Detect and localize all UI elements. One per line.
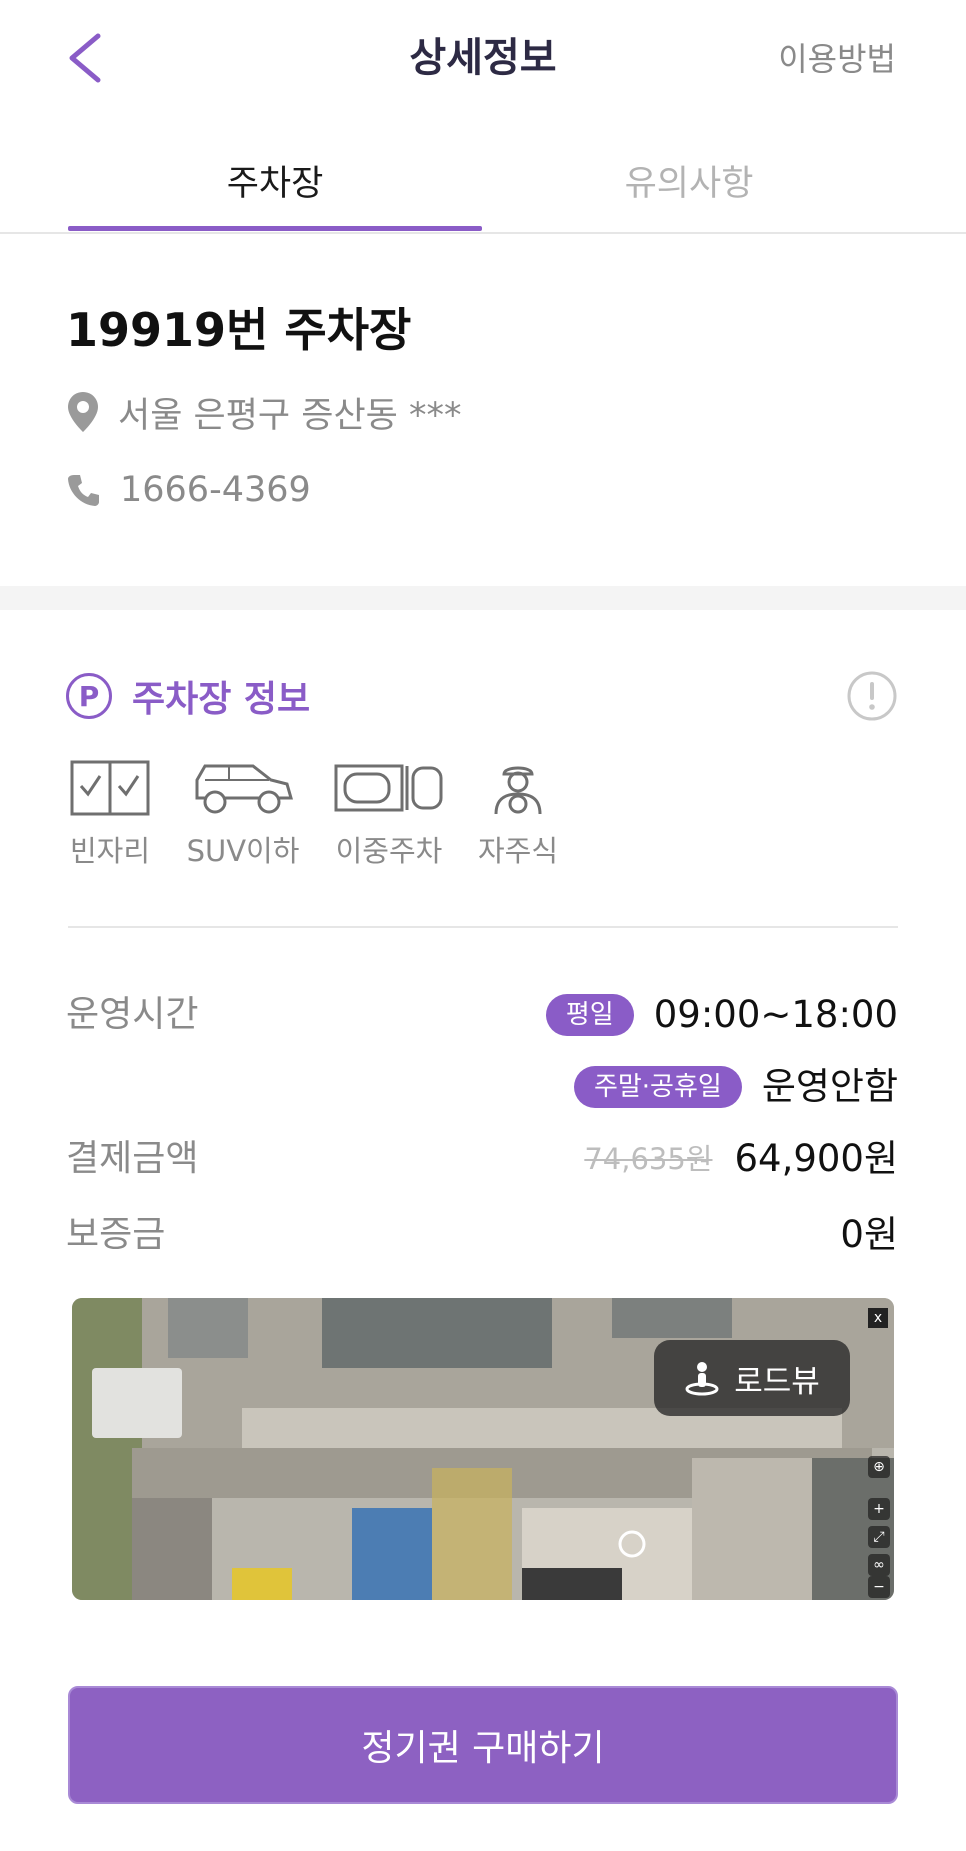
info-button[interactable] [846,670,898,722]
price-row: 74,635원 64,900원 [584,1134,898,1184]
section-separator [0,586,966,610]
weekend-hours-row: 주말·공휴일 운영안함 [573,1062,898,1112]
feature-double-parking: 이중주차 [330,760,448,870]
self-driver-icon [494,766,542,815]
feature-self-parking: 자주식 [470,760,566,870]
tab-notice[interactable]: 유의사항 [482,158,896,210]
expand-icon[interactable]: ⤢ [868,1526,890,1548]
person-pin-icon [685,1362,719,1396]
weekend-badge: 주말·공휴일 [573,1066,742,1108]
address-text: 서울 은평구 증산동 *** [118,395,462,436]
roadview-label: 로드뷰 [734,1363,820,1400]
feature-label: 이중주차 [335,834,443,868]
weekend-hours: 운영안함 [761,1065,898,1108]
parking-p-letter: P [78,679,100,713]
suv-icon [195,764,293,814]
feature-label: SUV이하 [186,834,300,868]
zoom-out-icon[interactable]: − [868,1576,890,1598]
price-label: 결제금액 [66,1138,199,1179]
feature-label: 빈자리 [69,834,151,868]
zoom-in-icon[interactable]: + [868,1498,890,1520]
tab-divider [0,232,966,234]
phone-icon [68,475,99,506]
parking-p-icon: P [66,673,112,719]
phone-row[interactable]: 1666-4369 [66,464,311,516]
checkbox-slots-icon [70,760,150,816]
deposit-label: 보증금 [66,1214,166,1255]
compass-icon[interactable]: ⊕ [868,1456,890,1478]
feature-suv: SUV이하 [180,760,306,870]
parking-info-header: P 주차장 정보 [66,668,310,724]
divider [68,926,898,928]
original-price: 74,635원 [584,1142,713,1176]
lot-name: 19919번 주차장 [66,303,412,357]
deposit-value: 0원 [840,1213,898,1256]
tab-parking[interactable]: 주차장 [68,158,482,210]
weekday-hours: 09:00~18:00 [653,993,898,1036]
weekday-badge: 평일 [545,994,634,1036]
active-tab-indicator [68,226,482,231]
exclamation-circle-icon [847,671,897,721]
feature-empty-spot: 빈자리 [60,760,160,870]
link-icon[interactable]: ∞ [868,1554,890,1576]
weekday-hours-row: 평일 09:00~18:00 [545,990,898,1040]
double-parking-icon [334,764,443,812]
buy-pass-button[interactable]: 정기권 구매하기 [68,1686,898,1804]
how-to-use-link[interactable]: 이용방법 [778,34,896,84]
close-icon[interactable]: x [868,1308,888,1328]
feature-label: 자주식 [477,834,559,868]
buy-pass-label: 정기권 구매하기 [361,1728,605,1769]
operating-hours-label: 운영시간 [66,994,199,1035]
final-price: 64,900원 [734,1137,898,1180]
address-row: 서울 은평구 증산동 *** [66,386,461,438]
phone-number[interactable]: 1666-4369 [120,470,311,510]
location-pin-icon [68,392,98,432]
parking-info-title: 주차장 정보 [132,679,311,720]
roadview-button[interactable]: 로드뷰 [654,1340,850,1416]
